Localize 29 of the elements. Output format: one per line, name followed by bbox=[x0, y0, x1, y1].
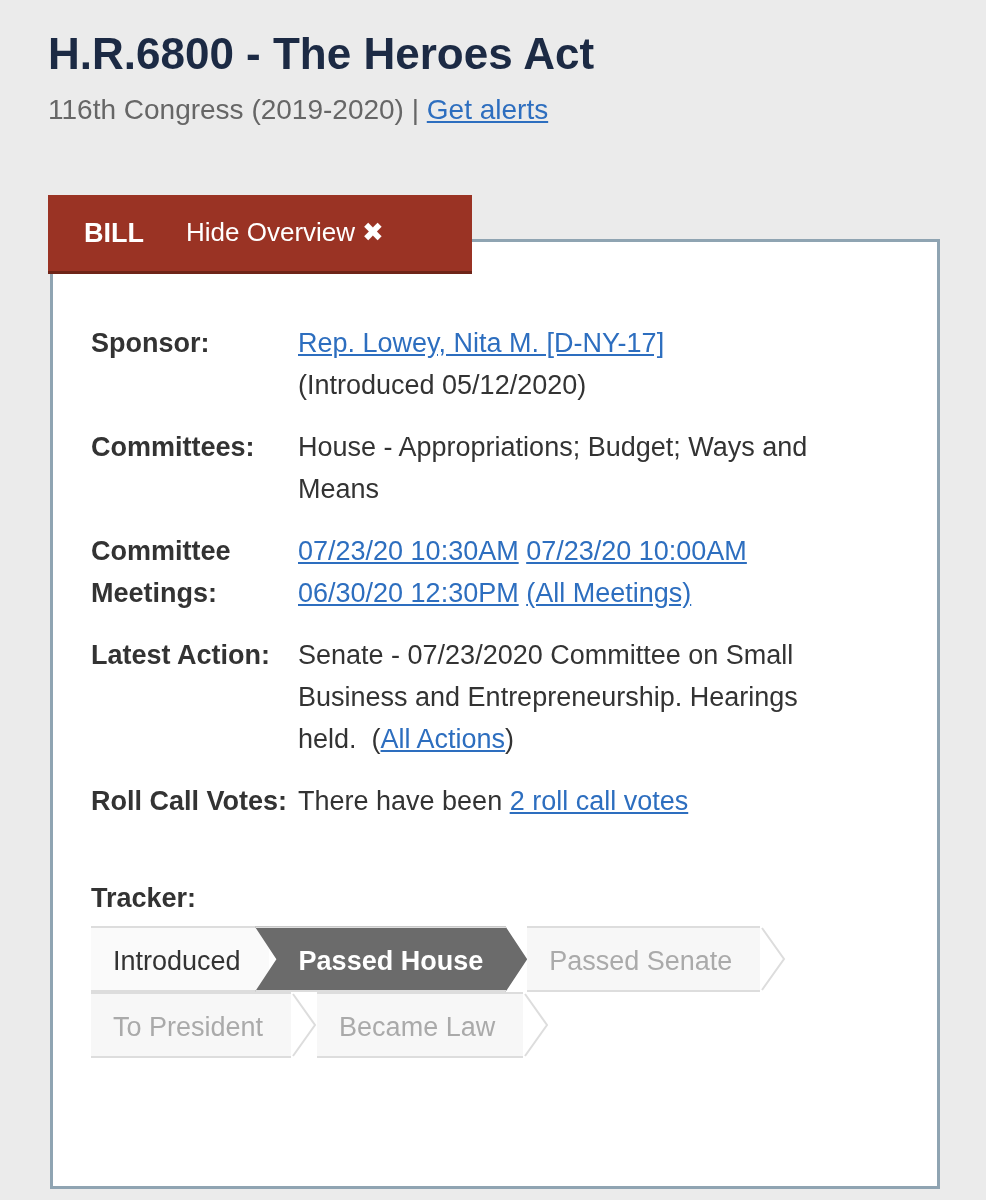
tracker-step: To President bbox=[91, 992, 292, 1059]
value-link[interactable]: 06/30/20 12:30PM bbox=[298, 577, 519, 608]
field-label: Latest Action: bbox=[91, 638, 271, 672]
field-label: Committees: bbox=[91, 430, 256, 464]
value-link[interactable]: 07/23/20 10:30AM bbox=[298, 535, 519, 566]
page-title: H.R.6800 - The Heroes Act bbox=[48, 28, 596, 80]
tracker-step: Passed House bbox=[254, 926, 528, 993]
field-value: There have been 2 roll call votes bbox=[298, 784, 690, 818]
value-link[interactable]: Rep. Lowey, Nita M. [D-NY-17] bbox=[298, 327, 665, 358]
value-link[interactable]: (All Meetings) bbox=[526, 577, 692, 608]
chevron-icon bbox=[760, 926, 787, 993]
chevron-icon bbox=[523, 992, 550, 1059]
hide-overview-button[interactable]: Hide Overview ✖ bbox=[186, 213, 385, 253]
field-label: Committee Meetings: bbox=[91, 534, 232, 610]
field-value: House - Appropriations; Budget; Ways and Means bbox=[298, 430, 809, 506]
value-link[interactable]: 2 roll call votes bbox=[509, 785, 689, 816]
field-value: Senate - 07/23/2020 Committee on Small Business and Entrepreneurship. Hearings held. (All Actions) bbox=[298, 638, 799, 756]
value-link[interactable]: 07/23/20 10:00AM bbox=[526, 535, 747, 566]
congress-label: 116th Congress (2019-2020) | bbox=[48, 93, 419, 125]
alerts-link[interactable]: Get alerts bbox=[426, 93, 549, 125]
tracker-step: Introduced bbox=[91, 926, 269, 993]
field-label: Roll Call Votes: bbox=[91, 784, 289, 818]
field-label: Sponsor: bbox=[91, 326, 211, 360]
tracker-label: Tracker: bbox=[91, 881, 198, 915]
tab-label: BILL bbox=[83, 216, 145, 250]
tracker-step: Became Law bbox=[317, 992, 524, 1059]
tracker-step: Passed Senate bbox=[527, 926, 761, 993]
chevron-icon bbox=[291, 992, 318, 1059]
field-value: (Introduced 05/12/2020) bbox=[298, 368, 588, 402]
